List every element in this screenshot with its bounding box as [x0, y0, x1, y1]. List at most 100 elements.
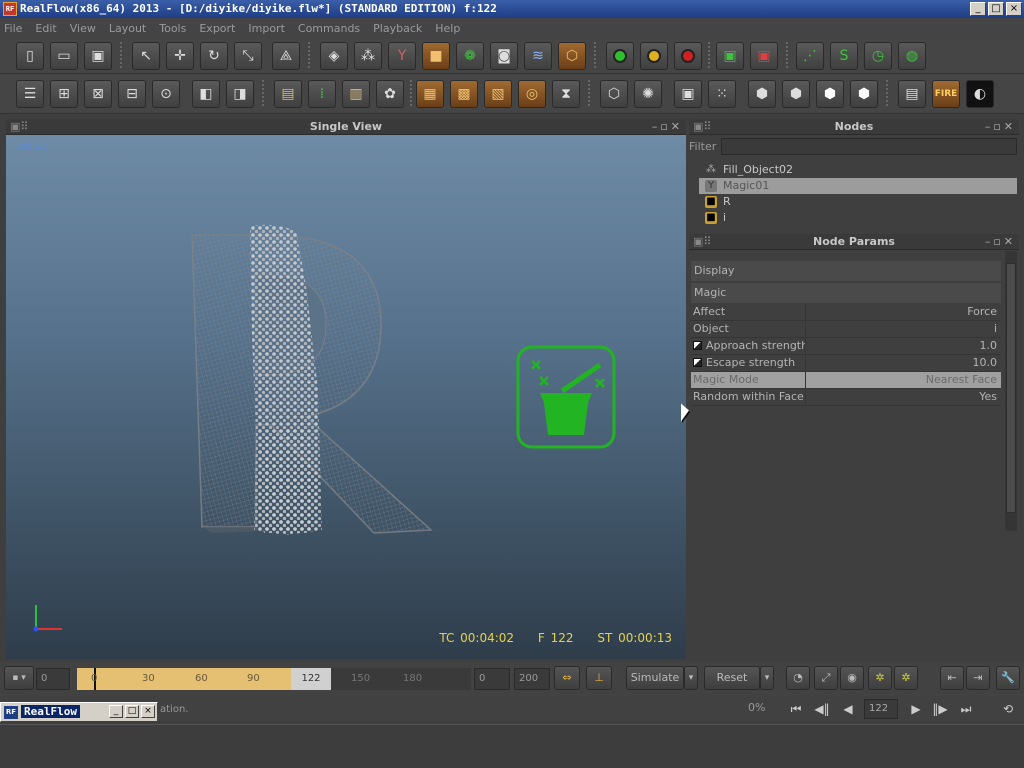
new-file-icon[interactable]: ▯	[16, 42, 44, 70]
keyframe-checker-icon[interactable]	[693, 341, 702, 350]
list-icon[interactable]: ☰	[16, 80, 44, 108]
menu-view[interactable]: View	[70, 22, 96, 35]
wave-icon[interactable]: ≋	[524, 42, 552, 70]
play-back-icon[interactable]: ◀	[836, 700, 860, 718]
param-value[interactable]: 10.0	[807, 355, 999, 371]
cube-icon[interactable]: ■	[422, 42, 450, 70]
task-max-button[interactable]: □	[125, 705, 139, 718]
viewport-3d[interactable]: persp TC 00:04:02 F 122 ST 00:00:13	[6, 135, 686, 659]
panel-controls[interactable]: –▫✕	[652, 119, 683, 135]
gear-yellow2-icon[interactable]: ✲	[894, 666, 918, 690]
close-button[interactable]: ×	[1006, 2, 1022, 16]
param-value[interactable]: Force	[807, 304, 999, 320]
menu-export[interactable]: Export	[199, 22, 235, 35]
orange-box-icon[interactable]: ▦	[416, 80, 444, 108]
network-icon[interactable]: ◍	[898, 42, 926, 70]
param-row-magic-mode[interactable]: Magic Mode Nearest Face	[691, 372, 1001, 389]
min-frame-field[interactable]: 0	[474, 668, 510, 690]
max-frame-field[interactable]: 200	[514, 668, 550, 690]
chain-icon[interactable]: ⁞	[308, 80, 336, 108]
param-value[interactable]: i	[807, 321, 999, 337]
node-item-i[interactable]: ■ i	[699, 210, 1017, 226]
red-circle-icon[interactable]	[674, 42, 702, 70]
param-value[interactable]: Yes	[807, 389, 999, 405]
flower-icon[interactable]: ✿	[376, 80, 404, 108]
reset-button[interactable]: Reset	[704, 666, 760, 690]
timer-icon[interactable]: ◷	[864, 42, 892, 70]
param-row-random-within-face[interactable]: Random within Face Yes	[691, 389, 1001, 406]
cube-white-icon[interactable]: ⬢	[816, 80, 844, 108]
orange-target-icon[interactable]: ◎	[518, 80, 546, 108]
rotate-icon[interactable]: ↻	[200, 42, 228, 70]
magic-daemon-icon[interactable]	[516, 345, 616, 449]
menu-playback[interactable]: Playback	[373, 22, 422, 35]
ruler-icon[interactable]: ▥	[342, 80, 370, 108]
timeline-mode-dropdown[interactable]: ▪ ▾	[4, 666, 34, 690]
maximize-button[interactable]: □	[988, 2, 1004, 16]
render-icon[interactable]: ▤	[898, 80, 926, 108]
cube-outline2-icon[interactable]: ⬢	[782, 80, 810, 108]
grip-icon[interactable]: ▣⠿	[693, 119, 711, 135]
task-restore-button[interactable]: _	[109, 705, 123, 718]
grip-icon[interactable]: ▣⠿	[693, 234, 711, 250]
texture-icon[interactable]: ▤	[274, 80, 302, 108]
move-icon[interactable]: ✛	[166, 42, 194, 70]
reset-icon[interactable]: S	[830, 42, 858, 70]
param-row-affect[interactable]: Affect Force	[691, 304, 1001, 321]
param-value[interactable]: 1.0	[807, 338, 999, 354]
time-ruler[interactable]: 0 30 60 90 122 150 180	[77, 668, 471, 690]
range-end-icon[interactable]: ⊥	[586, 666, 612, 690]
panel-controls[interactable]: –▫✕	[985, 119, 1016, 135]
eye-dark-icon[interactable]: ◐	[966, 80, 994, 108]
filter-input[interactable]	[721, 138, 1017, 155]
key-left-icon[interactable]: ⇤	[940, 666, 964, 690]
simulate-button[interactable]: Simulate	[626, 666, 684, 690]
param-row-object[interactable]: Object i	[691, 321, 1001, 338]
step-back-icon[interactable]: ◀‖	[810, 700, 834, 718]
orange-grid-icon[interactable]: ▩	[450, 80, 478, 108]
axis-icon[interactable]: ⟁	[272, 42, 300, 70]
task-close-button[interactable]: ×	[141, 705, 155, 718]
go-start-icon[interactable]: ⏮	[784, 700, 808, 718]
grip-icon[interactable]: ▣⠿	[10, 119, 28, 135]
group-magic[interactable]: Magic	[691, 283, 1001, 303]
menu-tools[interactable]: Tools	[159, 22, 186, 35]
graph-icon[interactable]: ⤢	[814, 666, 838, 690]
yellow-circle-icon[interactable]	[640, 42, 668, 70]
fire-icon[interactable]: FIRE	[932, 80, 960, 108]
hourglass-icon[interactable]: ⧗	[552, 80, 580, 108]
open-folder-icon[interactable]: ▭	[50, 42, 78, 70]
save-icon[interactable]: ▣	[84, 42, 112, 70]
go-end-icon[interactable]: ⏭	[954, 700, 978, 718]
keyframe-checker-icon[interactable]	[693, 358, 702, 367]
loop-icon[interactable]: ⟲	[996, 700, 1020, 718]
particles-icon[interactable]: ⁂	[354, 42, 382, 70]
group-display[interactable]: Display	[691, 261, 1001, 281]
mesh-dots-icon[interactable]: ⁙	[708, 80, 736, 108]
simulate-dropdown-icon[interactable]: ▾	[684, 666, 698, 690]
cube-outline-icon[interactable]: ⬢	[748, 80, 776, 108]
export-red-icon[interactable]: ▣	[750, 42, 778, 70]
mesh-frame-icon[interactable]: ▣	[674, 80, 702, 108]
menu-commands[interactable]: Commands	[298, 22, 360, 35]
eye-icon[interactable]: ◉	[840, 666, 864, 690]
cache-icon[interactable]: ◔	[786, 666, 810, 690]
menu-layout[interactable]: Layout	[109, 22, 146, 35]
mesh-box-icon[interactable]: ⬡	[600, 80, 628, 108]
taskbar-item[interactable]: RF RealFlow _ □ ×	[0, 702, 158, 722]
current-frame-marker[interactable]: 122	[291, 668, 331, 690]
orange-map-icon[interactable]: ▧	[484, 80, 512, 108]
current-frame-field[interactable]: 122	[864, 699, 898, 719]
param-row-escape-strength[interactable]: Escape strength 10.0	[691, 355, 1001, 372]
menu-edit[interactable]: Edit	[35, 22, 56, 35]
range-fit-icon[interactable]: ⇔	[554, 666, 580, 690]
object2-icon[interactable]: ◨	[226, 80, 254, 108]
menu-file[interactable]: File	[4, 22, 22, 35]
scale-icon[interactable]: ⤡	[234, 42, 262, 70]
reset-dropdown-icon[interactable]: ▾	[760, 666, 774, 690]
scrollbar-thumb[interactable]	[1006, 263, 1016, 513]
daemon-add-icon[interactable]: ⊞	[50, 80, 78, 108]
params-scrollbar[interactable]	[1005, 251, 1017, 531]
play-icon[interactable]: ▶	[904, 700, 928, 718]
panel-controls[interactable]: –▫✕	[985, 234, 1016, 250]
